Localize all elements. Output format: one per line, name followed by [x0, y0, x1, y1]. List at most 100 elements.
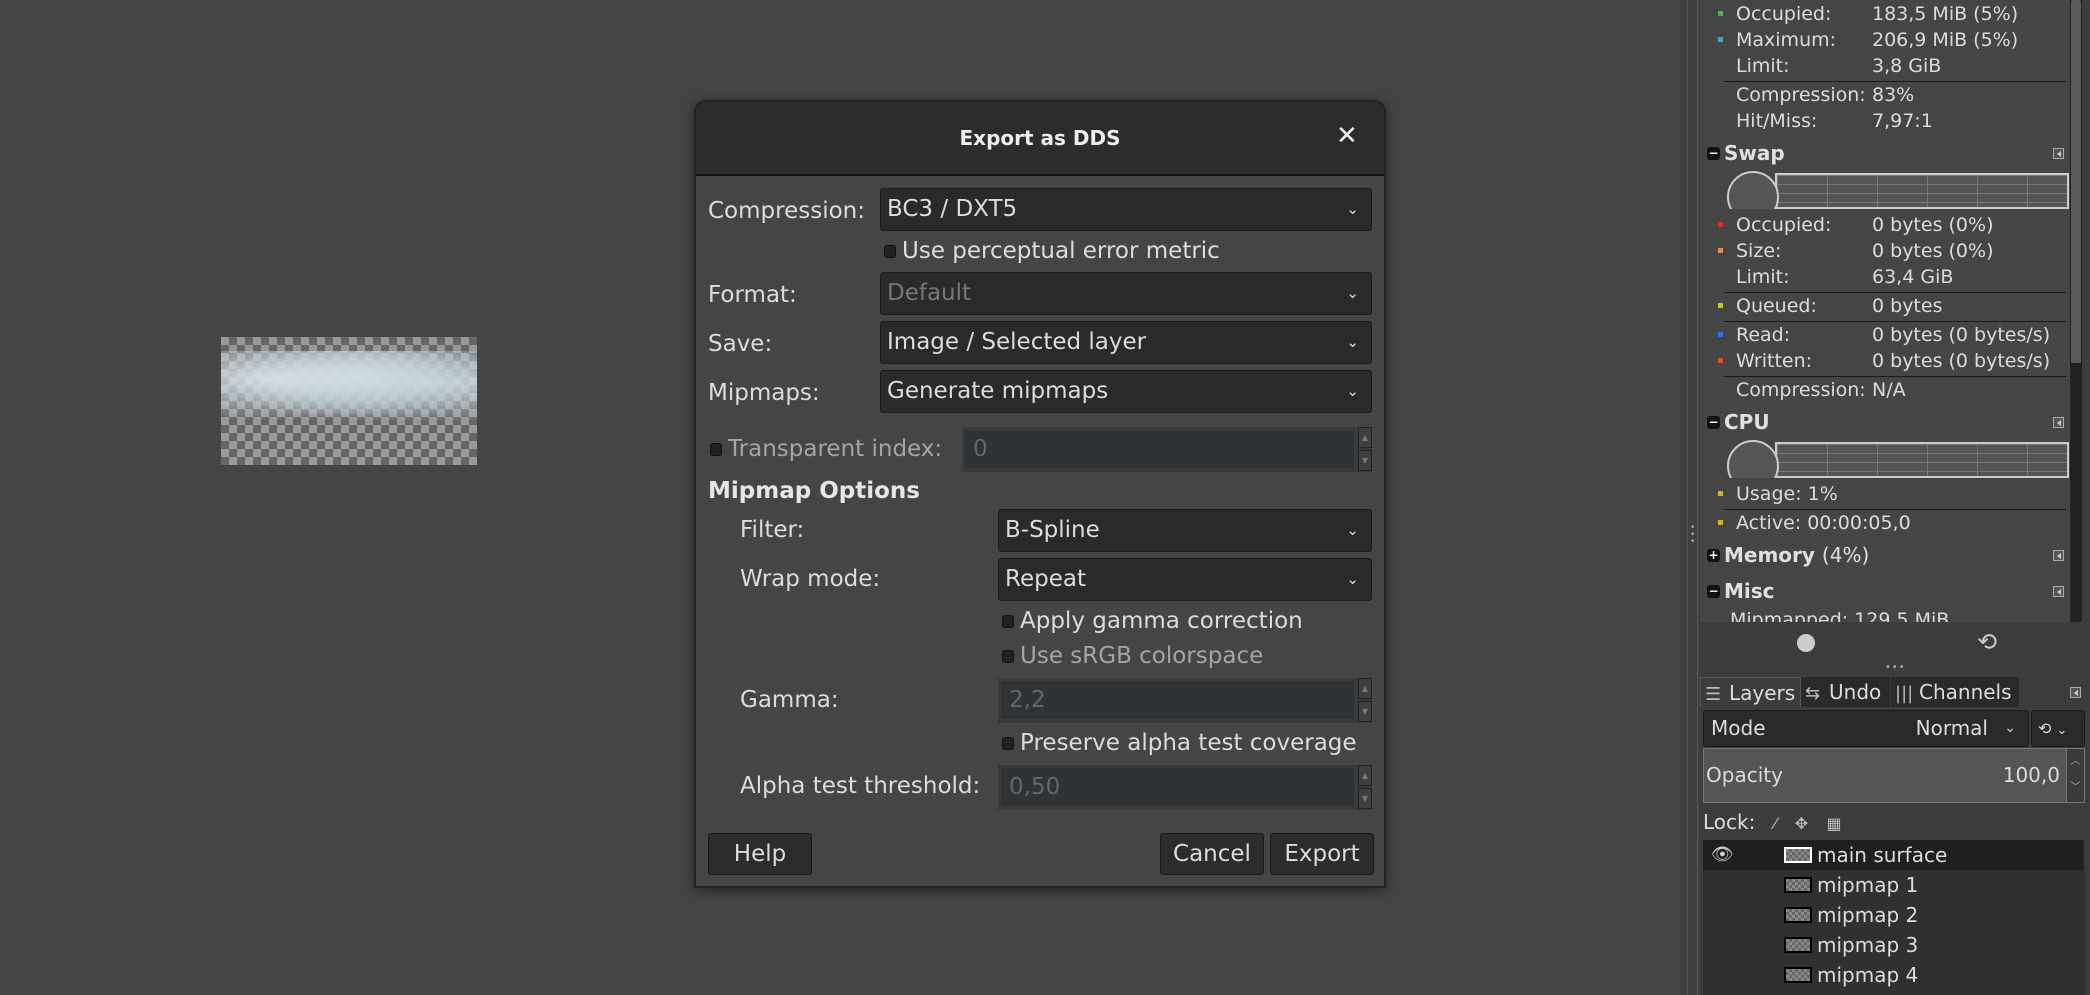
spinbox-value[interactable]: 2,2 [1001, 681, 1354, 719]
collapse-icon[interactable]: − [1707, 585, 1720, 598]
checkbox-box[interactable] [1002, 650, 1014, 663]
scrollbar-thumb[interactable] [2071, 0, 2081, 363]
section-title: CPU [1724, 410, 1770, 434]
wrap-mode-select[interactable]: Repeat ⌄ [998, 558, 1372, 601]
composite-mode-select[interactable]: ⟲ ⌄ [2031, 710, 2085, 747]
layer-thumbnail [1784, 847, 1812, 863]
alpha-threshold-spinbox[interactable]: 0,50 ▲ ▼ [998, 765, 1372, 810]
stat-label: Occupied: [1736, 214, 1832, 236]
swap-menu-icon[interactable] [2053, 148, 2064, 159]
save-select[interactable]: Image / Selected layer ⌄ [880, 321, 1372, 364]
stat-value: N/A [1872, 379, 1906, 401]
layer-row[interactable]: mipmap 3 [1703, 930, 2083, 960]
dashboard-scrollbar[interactable] [2070, 0, 2082, 622]
maximum-color-swatch [1718, 37, 1723, 42]
checkbox-box[interactable] [1002, 615, 1014, 628]
lock-alpha-icon[interactable]: ▦ [1827, 810, 1842, 838]
filter-select[interactable]: B-Spline ⌄ [998, 509, 1372, 552]
dialog-titlebar[interactable]: Export as DDS ✕ [696, 102, 1384, 176]
format-value: Default [887, 280, 972, 306]
tab-layers[interactable]: ☰ Layers [1700, 677, 1801, 707]
misc-menu-icon[interactable] [2053, 586, 2064, 597]
format-select[interactable]: Default ⌄ [880, 272, 1372, 315]
stat-label: Compression: [1736, 379, 1866, 401]
occupied-color-swatch [1718, 11, 1723, 16]
stat-value: 7,97:1 [1872, 110, 1933, 132]
export-dds-dialog: Export as DDS ✕ Compression: BC3 / DXT5 … [694, 100, 1386, 888]
memory-menu-icon[interactable] [2053, 550, 2064, 561]
transparent-index-spinbox[interactable]: 0 ▲ ▼ [962, 427, 1372, 472]
stat-value: 3,8 GiB [1872, 55, 1942, 77]
usage-color-swatch [1718, 491, 1723, 496]
written-color-swatch [1718, 358, 1723, 363]
increment-icon[interactable]: ▲ [1358, 427, 1372, 448]
section-title: Memory (4%) [1724, 541, 1869, 569]
tab-label: Layers [1729, 681, 1796, 705]
gamma-spinbox[interactable]: 2,2 ▲ ▼ [998, 678, 1372, 723]
layer-row[interactable]: mipmap 4 [1703, 960, 2083, 990]
checkbox-box[interactable] [1002, 737, 1014, 750]
checkbox-box[interactable] [884, 245, 896, 258]
chevron-up-icon[interactable]: ︿ [2067, 749, 2084, 775]
opacity-spin-buttons[interactable]: ︿ ﹀ [2066, 749, 2084, 802]
lock-position-icon[interactable]: ✥ [1795, 810, 1808, 838]
expand-icon[interactable]: + [1707, 549, 1720, 562]
tab-label: Undo [1829, 680, 1882, 704]
tab-menu-icon[interactable] [2070, 687, 2081, 698]
spinbox-value[interactable]: 0 [965, 430, 1354, 468]
checkbox-label: Preserve alpha test coverage [1020, 730, 1357, 756]
stat-label: Compression: [1736, 84, 1866, 106]
cancel-button[interactable]: Cancel [1160, 833, 1264, 875]
cloud-texture [221, 351, 477, 421]
compression-select[interactable]: BC3 / DXT5 ⌄ [880, 188, 1372, 231]
layer-row[interactable]: mipmap 1 [1703, 870, 2083, 900]
increment-icon[interactable]: ▲ [1358, 678, 1372, 699]
chevron-down-icon: ⌄ [1346, 382, 1359, 400]
gimp-window: • • • Occupied: 183,5 MiB (5%) Maximum: 20… [0, 0, 2090, 995]
composite-icon: ⟲ [2038, 719, 2052, 738]
panel-splitter[interactable]: • • • [1680, 0, 1700, 995]
layer-row[interactable]: 👁 main surface [1703, 840, 2083, 870]
eye-icon[interactable]: 👁 [1711, 840, 1734, 870]
cpu-menu-icon[interactable] [2053, 417, 2064, 428]
queued-color-swatch [1718, 303, 1723, 308]
checkbox-box[interactable] [710, 443, 722, 456]
help-button[interactable]: Help [708, 833, 812, 875]
collapse-icon[interactable]: − [1707, 147, 1720, 160]
save-value: Image / Selected layer [887, 329, 1147, 355]
tab-channels[interactable]: ||| Channels [1891, 677, 2019, 707]
dock-grip-icon[interactable]: ••• [1885, 662, 1906, 673]
stat-label: Queued: [1736, 295, 1817, 317]
layer-row[interactable]: mipmap 2 [1703, 900, 2083, 930]
chevron-down-icon[interactable]: ﹀ [2067, 775, 2084, 801]
mipmap-options-heading: Mipmap Options [708, 478, 920, 504]
decrement-icon[interactable]: ▼ [1358, 450, 1372, 471]
lock-pixels-icon[interactable]: ⁄ [1774, 810, 1777, 838]
tab-undo[interactable]: ⇆ Undo [1801, 677, 1890, 707]
export-button[interactable]: Export [1270, 833, 1374, 875]
splitter-line [1697, 0, 1698, 995]
decrement-icon[interactable]: ▼ [1358, 788, 1372, 809]
increment-icon[interactable]: ▲ [1358, 765, 1372, 786]
active-color-swatch [1718, 520, 1723, 525]
memory-title: Memory [1724, 543, 1815, 567]
close-icon[interactable]: ✕ [1336, 122, 1358, 150]
chevron-down-icon: ⌄ [1346, 521, 1359, 539]
splitter-grip-icon[interactable]: • • • [1690, 524, 1695, 547]
collapse-icon[interactable]: − [1707, 416, 1720, 429]
spinbox-value[interactable]: 0,50 [1001, 768, 1354, 806]
opacity-slider[interactable]: Opacity 100,0 ︿ ﹀ [1703, 748, 2085, 803]
layer-thumbnail [1784, 937, 1812, 953]
dock-tabs: ☰ Layers ⇆ Undo ||| Channels [1700, 677, 2090, 707]
dashboard-footer: ⟲ [1700, 622, 2090, 666]
read-color-swatch [1718, 332, 1723, 337]
format-label: Format: [708, 282, 797, 308]
record-icon[interactable] [1797, 634, 1815, 652]
reset-icon[interactable]: ⟲ [1977, 628, 1997, 656]
section-title: Swap [1724, 141, 1785, 165]
mipmaps-select[interactable]: Generate mipmaps ⌄ [880, 370, 1372, 413]
decrement-icon[interactable]: ▼ [1358, 701, 1372, 722]
mode-value: Normal [1915, 716, 1988, 740]
layer-mode-select[interactable]: Mode Normal ⌄ [1703, 710, 2029, 747]
section-title: Misc [1724, 579, 1775, 603]
